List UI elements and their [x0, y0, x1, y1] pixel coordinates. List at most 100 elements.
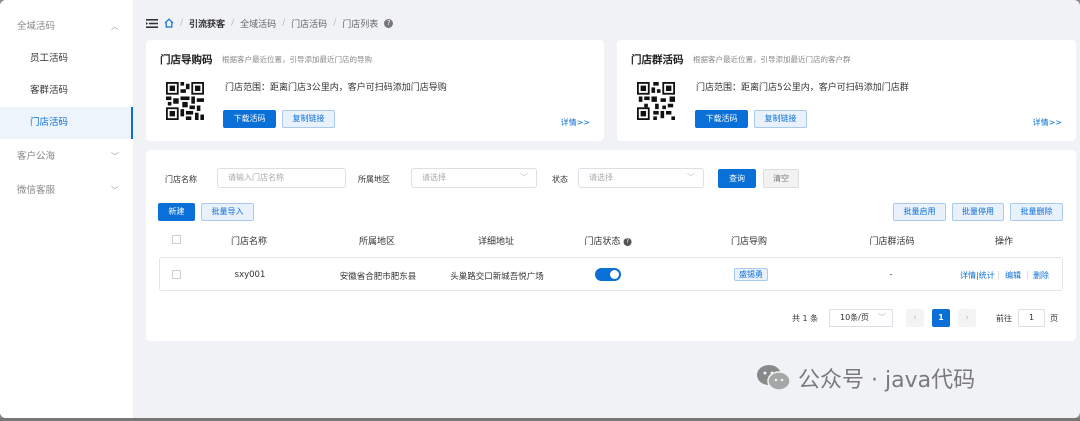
table-header: 门店名称 所属地区 详细地址 门店状态 ? 门店导购 门店群活码 操作 [159, 230, 1063, 250]
sidebar-group-label: 客户公海 [17, 151, 56, 162]
column-header: 操作 [994, 237, 1014, 247]
store-guide-code-card: 门店导购码 根据客户最近位置，引导添加最近门店的导购 门店范围：距离门店3公里内… [146, 40, 604, 141]
store-group-code-card: 门店群活码 根据客户最近位置，引导添加最近门店的客户群 门店范围：距离门店5公里… [617, 40, 1076, 141]
batch-delete-button[interactable]: 批量删除 [1010, 203, 1063, 221]
breadcrumb-item-current: 门店列表 [342, 19, 379, 30]
download-code-button[interactable]: 下载活码 [695, 110, 748, 128]
sidebar: 全域活码 ︿ 员工活码 客群活码 门店活码 客户公海 ﹀ 微信客服 ﹀ [0, 0, 133, 418]
store-name-input[interactable]: 请输入门店名称 [217, 168, 346, 188]
details-link[interactable]: 详情>> [561, 117, 590, 128]
region-label: 所属地区 [358, 175, 390, 184]
batch-import-button[interactable]: 批量导入 [201, 203, 254, 221]
details-link[interactable]: 详情>> [1033, 117, 1062, 128]
app-frame: 全域活码 ︿ 员工活码 客群活码 门店活码 客户公海 ﹀ 微信客服 ﹀ / 引流… [0, 0, 1080, 418]
ops-separator: | [1026, 270, 1029, 279]
next-page-button[interactable]: › [958, 309, 976, 327]
column-header-status: 门店状态 ? [585, 234, 632, 247]
breadcrumb-separator: / [180, 18, 184, 28]
goto-label: 前往 [996, 314, 1012, 323]
edit-link[interactable]: 编辑 [1005, 270, 1021, 281]
breadcrumb-separator: / [282, 18, 286, 28]
cell-store-name: sxy001 [234, 270, 266, 280]
breadcrumb: / 引流获客 / 全域活码 / 门店活码 / 门店列表 ? [146, 14, 394, 32]
help-icon[interactable]: ? [623, 237, 632, 246]
guide-tag: 盛锡勇 [734, 268, 768, 281]
breadcrumb-separator: / [231, 18, 235, 28]
chevron-down-icon: ﹀ [111, 152, 119, 161]
home-icon[interactable] [164, 18, 174, 28]
chevron-down-icon: ﹀ [520, 173, 528, 182]
current-page-button[interactable]: 1 [932, 309, 950, 327]
breadcrumb-item[interactable]: 门店活码 [291, 17, 327, 30]
chevron-down-icon: ﹀ [111, 186, 119, 195]
sidebar-item-label: 门店活码 [30, 117, 69, 128]
sidebar-item-label: 员工活码 [30, 53, 69, 64]
new-button[interactable]: 新建 [158, 203, 195, 221]
region-placeholder: 请选择 [422, 173, 446, 182]
menu-toggle-icon[interactable] [146, 18, 158, 28]
column-header: 所属地区 [358, 237, 396, 247]
status-select[interactable]: 请选择 ﹀ [578, 168, 704, 188]
cell-group-code: - [889, 270, 893, 280]
column-header: 门店群活码 [869, 237, 915, 247]
cell-region: 安徽省合肥市肥东县 [339, 272, 417, 282]
breadcrumb-item[interactable]: 引流获客 [189, 17, 225, 30]
help-icon[interactable]: ? [384, 18, 394, 28]
column-header-label: 门店状态 [584, 237, 621, 247]
card-title: 门店导购码 [160, 54, 213, 66]
prev-page-button[interactable]: ‹ [906, 309, 924, 327]
copy-link-button[interactable]: 复制链接 [282, 110, 335, 128]
search-button[interactable]: 查询 [718, 169, 756, 188]
pagination-total: 共 1 条 [792, 314, 819, 323]
page-suffix-label: 页 [1050, 314, 1058, 323]
qr-code-icon [166, 82, 204, 120]
store-name-placeholder: 请输入门店名称 [228, 173, 284, 182]
ops-separator: | [997, 270, 1000, 279]
row-checkbox[interactable] [172, 270, 181, 279]
watermark-text: 公众号 · java代码 [798, 368, 976, 393]
download-code-button[interactable]: 下载活码 [223, 110, 276, 128]
card-scope-text: 门店范围：距离门店5公里内，客户可扫码添加门店群 [696, 83, 909, 93]
region-select[interactable]: 请选择 ﹀ [411, 168, 537, 188]
store-name-label: 门店名称 [165, 175, 197, 184]
column-header: 门店名称 [230, 237, 268, 247]
sidebar-item-employee-code[interactable]: 员工活码 [0, 43, 133, 75]
page-size-value: 10条/页 [840, 313, 869, 322]
wechat-icon [757, 365, 791, 391]
chevron-down-icon: ﹀ [878, 313, 886, 322]
sidebar-item-group-code[interactable]: 客群活码 [0, 75, 133, 107]
card-description: 根据客户最近位置，引导添加最近门店的导购 [222, 55, 372, 64]
card-description: 根据客户最近位置，引导添加最近门店的客户群 [693, 55, 851, 64]
qr-code-icon [637, 82, 675, 120]
watermark: 公众号 · java代码 [756, 362, 975, 394]
sidebar-item-store-code[interactable]: 门店活码 [0, 107, 133, 139]
sidebar-group-label: 全域活码 [17, 21, 56, 32]
clear-button[interactable]: 清空 [763, 169, 799, 188]
goto-page-input[interactable]: 1 [1018, 309, 1045, 327]
column-header: 门店导购 [730, 237, 768, 247]
card-title: 门店群活码 [631, 54, 684, 66]
cell-address: 头巢路交口新城吾悦广场 [450, 272, 544, 282]
status-placeholder: 请选择 [589, 173, 613, 182]
delete-link[interactable]: 删除 [1033, 270, 1049, 281]
card-scope-text: 门店范围：距离门店3公里内，客户可扫码添加门店导购 [225, 83, 447, 93]
sidebar-group-customer-pool[interactable]: 客户公海 ﹀ [0, 141, 133, 173]
breadcrumb-separator: / [333, 18, 337, 28]
batch-disable-button[interactable]: 批量停用 [952, 203, 1004, 221]
store-status-toggle[interactable] [595, 268, 621, 281]
copy-link-button[interactable]: 复制链接 [754, 110, 807, 128]
breadcrumb-item[interactable]: 全域活码 [240, 17, 276, 30]
details-stats-link[interactable]: 详情|统计 [960, 270, 995, 281]
chevron-up-icon: ︿ [111, 22, 119, 31]
sidebar-group-omnichannel-code[interactable]: 全域活码 ︿ [0, 11, 133, 43]
sidebar-group-label: 微信客服 [17, 185, 56, 196]
sidebar-group-wechat-service[interactable]: 微信客服 ﹀ [0, 175, 133, 207]
batch-enable-button[interactable]: 批量启用 [893, 203, 946, 221]
status-label: 状态 [552, 175, 568, 184]
column-header: 详细地址 [477, 237, 515, 247]
table-row: sxy001 安徽省合肥市肥东县 头巢路交口新城吾悦广场 盛锡勇 - 详情|统计… [159, 257, 1063, 291]
chevron-down-icon: ﹀ [687, 173, 695, 182]
select-all-checkbox[interactable] [172, 235, 181, 244]
page-size-select[interactable]: 10条/页 ﹀ [829, 309, 893, 327]
sidebar-item-label: 客群活码 [30, 85, 69, 96]
